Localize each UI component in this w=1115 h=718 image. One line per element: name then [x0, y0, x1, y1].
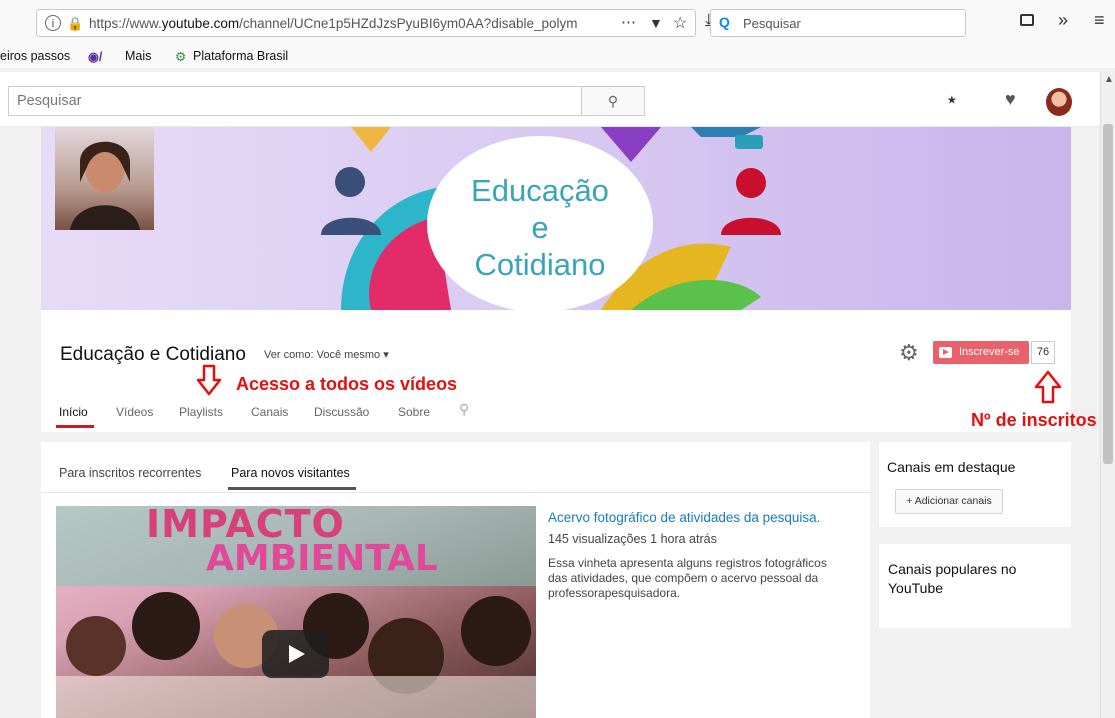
bookmark-favicon-icon: ◉/: [88, 50, 103, 64]
profile-photo-art: [70, 141, 140, 230]
upload-icon[interactable]: ⭑: [947, 89, 957, 110]
channel-profile-photo[interactable]: [55, 127, 154, 230]
search-icon[interactable]: ⚲: [459, 401, 469, 418]
browser-toolbar: i 🔒 https://www.youtube.com/channel/UCne…: [0, 0, 1115, 47]
tab-canais[interactable]: Canais: [251, 405, 288, 419]
tab-returning-subscribers[interactable]: Para inscritos recorrentes: [59, 466, 201, 480]
banner-title: Educação e Cotidiano: [471, 173, 609, 282]
view-as-value: Você mesmo: [316, 349, 381, 361]
scrollbar[interactable]: ▲: [1100, 72, 1115, 718]
add-channels-button[interactable]: + Adicionar canais: [895, 489, 1003, 514]
video-meta: 145 visualizações 1 hora atrás: [548, 532, 717, 546]
bookmark-item[interactable]: Mais: [125, 49, 151, 63]
tab-videos[interactable]: Vídeos: [116, 405, 153, 419]
scroll-thumb[interactable]: [1103, 124, 1113, 464]
bell-icon[interactable]: ♥: [1005, 89, 1016, 110]
bookmark-favicon-icon: ⚙: [175, 50, 187, 64]
chevron-down-icon: ▾: [383, 349, 389, 361]
search-placeholder: Pesquisar: [17, 93, 82, 109]
active-feed-tab-indicator: [228, 487, 356, 490]
play-button[interactable]: [262, 630, 329, 678]
featured-channels-title: Canais em destaque: [887, 459, 1016, 475]
subscriber-count: 76: [1031, 341, 1055, 364]
view-as-label: Ver como:: [264, 349, 314, 361]
tab-new-visitors[interactable]: Para novos visitantes: [231, 466, 350, 480]
browser-search-box[interactable]: Q Pesquisar: [710, 9, 966, 37]
url-domain: youtube.com: [161, 16, 240, 31]
channel-banner: Educação e Cotidiano: [41, 127, 1071, 310]
video-thumbnail[interactable]: IMPACTO AMBIENTAL: [56, 506, 536, 718]
featured-channels-card: Canais em destaque + Adicionar canais: [879, 442, 1071, 527]
search-input[interactable]: Pesquisar: [8, 86, 582, 116]
avatar[interactable]: [1046, 88, 1072, 116]
view-as-selector[interactable]: Ver como: Você mesmo ▾: [264, 348, 389, 361]
search-button[interactable]: ⚲: [581, 86, 645, 116]
play-icon: [939, 347, 952, 358]
active-tab-indicator: [56, 425, 94, 428]
browser-search-placeholder: Pesquisar: [743, 16, 801, 31]
video-title-link[interactable]: Acervo fotográfico de atividades da pesq…: [548, 510, 820, 525]
search-icon: ⚲: [607, 93, 619, 109]
arrow-down-icon: [196, 364, 222, 396]
search-icon: Q: [719, 14, 730, 30]
bookmark-item[interactable]: Plataforma Brasil: [193, 49, 288, 63]
subscribe-label: Inscrever-se: [959, 346, 1020, 358]
sidebar-icon[interactable]: [1020, 14, 1034, 26]
gear-icon[interactable]: ⚙: [899, 340, 919, 366]
overflow-icon[interactable]: »: [1058, 10, 1068, 31]
bookmarks-bar: eiros passos ◉/ Mais ⚙ Plataforma Brasil: [0, 46, 1115, 68]
thumbnail-text-2: AMBIENTAL: [206, 538, 438, 579]
popular-channels-card: Canais populares no YouTube: [879, 544, 1071, 628]
subscribe-button[interactable]: Inscrever-se: [933, 341, 1029, 364]
arrow-up-icon: [1034, 370, 1062, 404]
channel-name[interactable]: Educação e Cotidiano: [60, 344, 246, 366]
url-bar[interactable]: i 🔒 https://www.youtube.com/channel/UCne…: [36, 9, 696, 37]
bookmark-item[interactable]: eiros passos: [0, 49, 70, 63]
url-prefix: https://www.: [89, 16, 162, 31]
channel-feed: Para inscritos recorrentes Para novos vi…: [41, 442, 870, 718]
popular-channels-title[interactable]: Canais populares no YouTube: [888, 560, 1058, 598]
menu-icon[interactable]: ≡: [1094, 10, 1105, 31]
url-path: /channel/UCne1p5HZdJzsPyuBI6ym0AA?disabl…: [239, 16, 578, 31]
pocket-icon[interactable]: ▼: [649, 15, 663, 31]
tab-discussao[interactable]: Discussão: [314, 405, 369, 419]
more-icon[interactable]: ⋯: [621, 13, 636, 31]
lock-icon: 🔒: [67, 16, 84, 31]
divider: [41, 492, 870, 493]
tab-sobre[interactable]: Sobre: [398, 405, 430, 419]
info-icon[interactable]: i: [45, 15, 61, 31]
tab-playlists[interactable]: Playlists: [179, 405, 223, 419]
yt-masthead: Pesquisar ⚲ ⭑ ♥: [0, 72, 1100, 127]
video-description: Essa vinheta apresenta alguns registros …: [548, 556, 827, 600]
annotation-videos: Acesso a todos os vídeos: [236, 374, 458, 394]
tab-inicio[interactable]: Início: [59, 405, 88, 419]
url-text[interactable]: https://www.youtube.com/channel/UCne1p5H…: [89, 16, 599, 31]
scroll-up-icon[interactable]: ▲: [1104, 74, 1114, 85]
annotation-subscribers: Nº de inscritos: [971, 410, 1097, 430]
star-icon[interactable]: ☆: [673, 13, 687, 33]
